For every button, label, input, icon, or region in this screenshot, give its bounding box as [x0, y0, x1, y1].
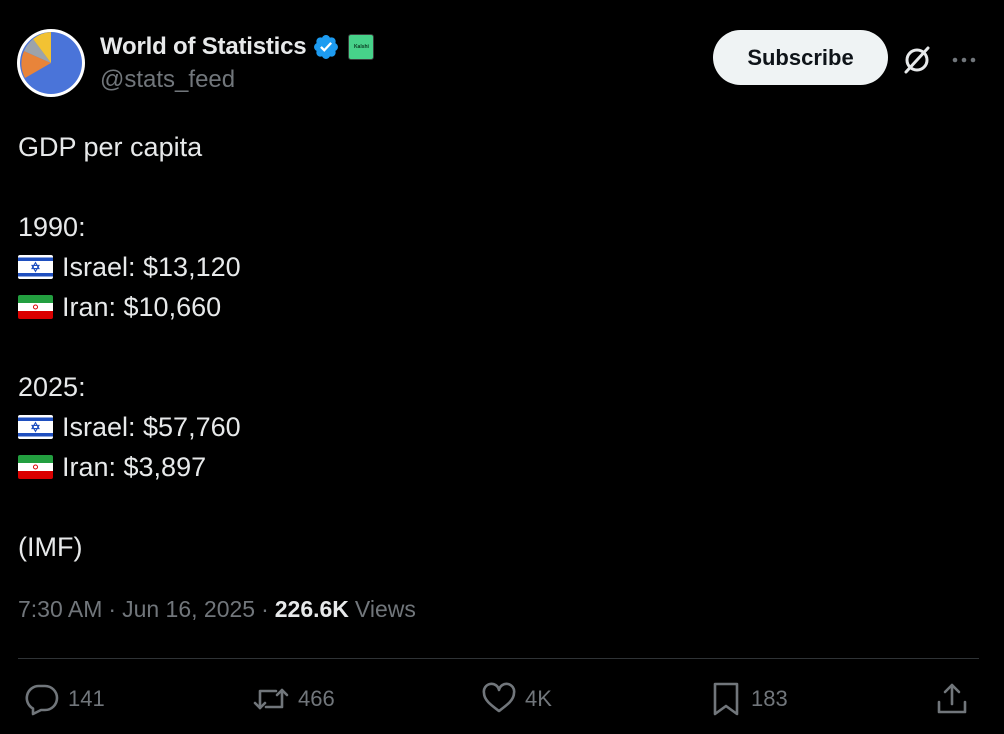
repost-button[interactable]: 466 [252, 682, 335, 716]
views-count[interactable]: 226.6K [275, 596, 349, 623]
bookmark-icon [713, 682, 739, 716]
post-line-year-2025: 2025: [18, 372, 86, 402]
like-count: 4K [525, 686, 552, 711]
post-line-year-1990: 1990: [18, 212, 86, 242]
affiliate-badge[interactable]: Kalshi [348, 34, 375, 60]
pie-chart-logo-icon [20, 32, 82, 94]
reply-icon [25, 684, 59, 716]
display-name[interactable]: World of Statistics [100, 33, 307, 61]
israel-flag-icon [18, 415, 53, 439]
bookmark-count: 183 [751, 686, 788, 711]
share-button[interactable] [935, 682, 977, 716]
post-date[interactable]: Jun 16, 2025 [122, 596, 255, 623]
grok-icon[interactable] [900, 43, 934, 77]
divider [18, 658, 979, 659]
post-body: GDP per capita 1990: Israel: $13,120 Ira… [18, 127, 241, 567]
like-button[interactable]: 4K [481, 682, 552, 716]
repost-icon [253, 688, 289, 710]
author-name-row: World of Statistics Kalshi [100, 31, 375, 63]
iran-flag-icon [18, 295, 53, 319]
post-line-iran-1990: Iran: $10,660 [18, 287, 241, 327]
subscribe-button[interactable]: Subscribe [713, 30, 888, 85]
affiliate-badge-text: Kalshi [353, 44, 369, 50]
post-line-israel-1990: Israel: $13,120 [18, 247, 241, 287]
avatar[interactable] [17, 29, 85, 97]
post-line-israel-2025: Israel: $57,760 [18, 407, 241, 447]
post-meta: 7:30 AM · Jun 16, 2025 · 226.6K Views [18, 596, 416, 623]
post-line-heading: GDP per capita [18, 132, 203, 162]
share-icon [937, 683, 967, 714]
iran-1990-text: Iran: $10,660 [62, 292, 222, 322]
meta-separator: · [108, 596, 117, 622]
israel-1990-text: Israel: $13,120 [62, 252, 241, 282]
views-label[interactable]: Views [355, 596, 416, 623]
reply-button[interactable]: 141 [24, 682, 105, 716]
verified-badge-icon[interactable] [312, 33, 340, 61]
more-dots-icon[interactable] [950, 46, 978, 74]
iran-2025-text: Iran: $3,897 [62, 452, 207, 482]
heart-icon [482, 682, 516, 713]
author-handle[interactable]: @stats_feed [100, 66, 235, 94]
israel-flag-icon [18, 255, 53, 279]
repost-count: 466 [298, 686, 335, 711]
post-time[interactable]: 7:30 AM [18, 596, 102, 623]
israel-2025-text: Israel: $57,760 [62, 412, 241, 442]
reply-count: 141 [68, 686, 105, 711]
meta-separator: · [261, 596, 269, 622]
post-line-source: (IMF) [18, 532, 83, 562]
bookmark-button[interactable]: 183 [709, 682, 788, 716]
iran-flag-icon [18, 455, 53, 479]
post-line-iran-2025: Iran: $3,897 [18, 447, 241, 487]
